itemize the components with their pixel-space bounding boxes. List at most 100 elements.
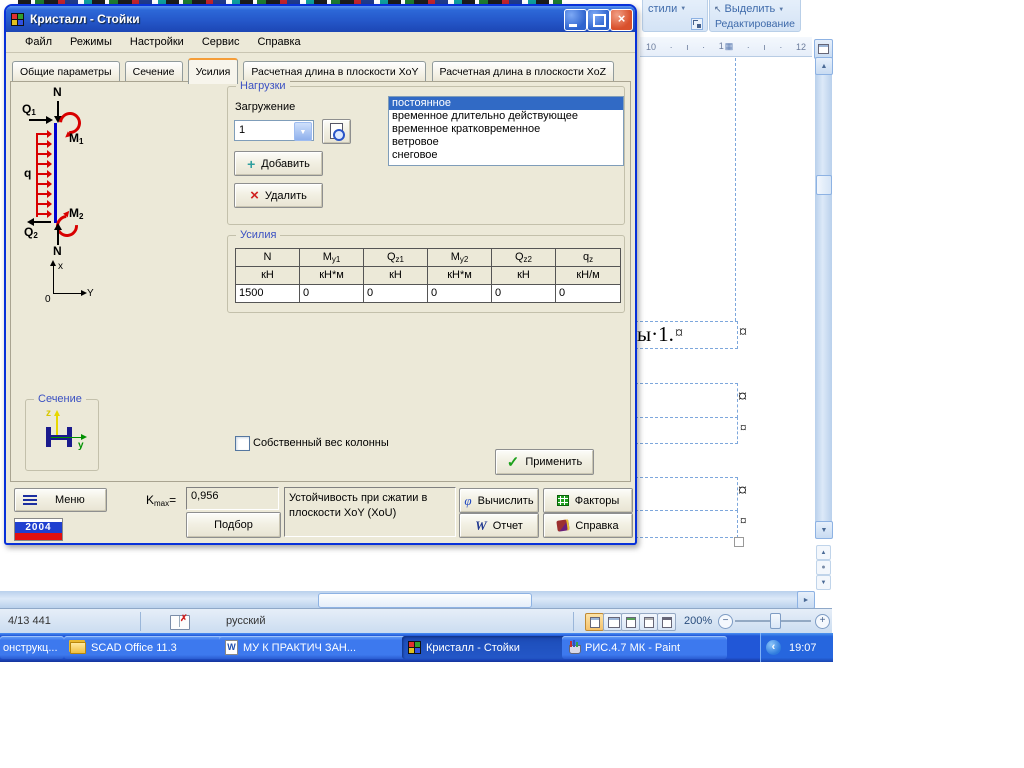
web-layout-view-button[interactable] (621, 613, 640, 631)
ruler-toggle-button[interactable] (814, 39, 833, 59)
print-layout-icon (590, 617, 600, 628)
zoom-in-button[interactable]: + (815, 614, 830, 629)
ball-icon: ● (821, 564, 826, 571)
combobox-dropdown-button[interactable]: ▼ (294, 122, 312, 141)
load-list-item[interactable]: временное длительно действующее (389, 110, 623, 123)
delete-load-button[interactable]: × Удалить (234, 183, 323, 208)
ruler-number: 1 (718, 41, 724, 51)
horizontal-scrollbar[interactable]: ► (0, 591, 815, 609)
tab-section[interactable]: Сечение (124, 61, 183, 82)
menu-item-modes[interactable]: Режимы (61, 36, 121, 48)
previous-object-button[interactable]: ▲ (816, 545, 831, 560)
add-load-label: Добавить (261, 157, 310, 170)
taskbar-button-active[interactable]: Кристалл - Стойки (402, 636, 569, 659)
taskbar-button[interactable]: онструкц... (0, 636, 64, 659)
check-mode-text: Устойчивость при сжатии в плоскости XoY … (289, 492, 428, 519)
scrollbar-thumb[interactable] (318, 593, 532, 608)
page-info[interactable]: 4/13 441 (8, 615, 51, 627)
force-q1-label: Q1 (22, 102, 36, 117)
reading-view-button[interactable] (603, 613, 622, 631)
menu-item-help[interactable]: Справка (248, 36, 309, 48)
year-badge-label: 2004 (15, 522, 62, 533)
tab-length-xoy[interactable]: Расчетная длина в плоскости XoY (243, 61, 427, 82)
loads-group: Нагрузки Загружение 1 ▼ постоянное време… (227, 80, 625, 225)
close-icon: × (617, 11, 626, 26)
self-weight-checkbox[interactable] (235, 436, 250, 451)
select-browse-object-button[interactable]: ● (816, 560, 831, 575)
force-value-input[interactable]: 0 (428, 285, 492, 302)
menu-item-settings[interactable]: Настройки (121, 36, 193, 48)
load-list-item[interactable]: ветровое (389, 136, 623, 149)
menu-item-file[interactable]: Файл (16, 36, 61, 48)
taskbar: онструкц... SCAD Office 11.3 W МУ К ПРАК… (0, 633, 833, 662)
change-styles-button[interactable]: стили ▼ (648, 3, 686, 15)
minimize-icon (569, 24, 577, 27)
force-value-input[interactable]: 0 (364, 285, 428, 302)
select-button[interactable]: ↖ Выделить ▼ (714, 3, 784, 15)
spellcheck-icon[interactable]: ✗ (170, 613, 190, 630)
folder-icon (70, 641, 86, 654)
print-layout-view-button[interactable] (585, 613, 604, 631)
arrow-down-icon: ▼ (820, 526, 828, 534)
compute-button[interactable]: φ Вычислить (459, 488, 539, 513)
scroll-right-button[interactable]: ► (797, 591, 815, 609)
select-label: Выделить (724, 3, 776, 15)
ribbon-group-styles: стили ▼ (642, 0, 708, 32)
load-list-item[interactable]: временное кратковременное (389, 123, 623, 136)
taskbar-button[interactable]: SCAD Office 11.3 (64, 636, 224, 659)
apply-button[interactable]: ✓ Применить (495, 449, 594, 475)
moment-m1-label: M1 (69, 131, 84, 146)
load-list-item[interactable]: постоянное (389, 97, 623, 110)
menu-item-service[interactable]: Сервис (193, 36, 249, 48)
title-bar[interactable]: Кристалл - Стойки × (6, 6, 635, 32)
factors-label: Факторы (574, 494, 620, 507)
podbor-button[interactable]: Подбор (186, 512, 281, 538)
close-button[interactable]: × (610, 9, 633, 31)
tab-general[interactable]: Общие параметры (12, 61, 120, 82)
end-of-cell-marker: ¤ (740, 513, 747, 528)
scrollbar-thumb[interactable] (816, 175, 832, 195)
force-value-input[interactable]: 1500 (236, 285, 300, 302)
help-button[interactable]: Справка (543, 513, 633, 538)
next-object-button[interactable]: ▼ (816, 575, 831, 590)
browse-object-buttons: ▲ ● ▼ (816, 545, 831, 590)
minimize-button[interactable] (564, 9, 587, 31)
zoom-out-button[interactable]: − (718, 614, 733, 629)
axis-x-label: x (58, 261, 63, 272)
menu-button[interactable]: Меню (14, 488, 107, 512)
taskbar-button[interactable]: РИС.4.7 МК - Paint (562, 636, 727, 659)
kmax-value-box: 0,956 (186, 487, 279, 510)
maximize-button[interactable] (587, 9, 610, 31)
menu-grid-icon (23, 495, 37, 505)
outline-view-button[interactable] (639, 613, 658, 631)
ruler[interactable]: 10 · ı · 1 ▦ · ı · 12 (640, 37, 812, 57)
tab-length-xoz[interactable]: Расчетная длина в плоскости XoZ (431, 61, 615, 82)
dialog-launcher-icon[interactable] (691, 18, 703, 30)
hide-icons-chevron[interactable]: ‹ (766, 640, 781, 655)
load-types-listbox[interactable]: постоянное временное длительно действующ… (388, 96, 624, 166)
draft-view-button[interactable] (657, 613, 676, 631)
add-load-button[interactable]: + Добавить (234, 151, 323, 176)
force-value-input[interactable]: 0 (300, 285, 364, 302)
zoom-level[interactable]: 200% (684, 615, 712, 627)
zoom-slider-thumb[interactable] (770, 613, 781, 629)
ruler-number: 12 (795, 41, 806, 52)
load-preview-button[interactable] (322, 119, 351, 144)
force-value-input[interactable]: 0 (492, 285, 556, 302)
arrow-up-icon: ▲ (820, 62, 828, 70)
scroll-up-button[interactable]: ▲ (815, 57, 833, 75)
language-indicator[interactable]: русский (226, 615, 265, 627)
tab-forces[interactable]: Усилия (187, 58, 239, 84)
taskbar-clock[interactable]: 19:07 (789, 642, 817, 654)
loading-label: Загружение (235, 101, 296, 113)
vertical-scrollbar[interactable]: ▲ ▼ (815, 57, 833, 539)
end-of-cell-marker: ¤ (738, 480, 747, 500)
load-list-item[interactable]: снеговое (389, 149, 623, 162)
force-value-input[interactable]: 0 (556, 285, 620, 302)
report-button[interactable]: W Отчет (459, 513, 539, 538)
maximize-icon (593, 14, 606, 27)
taskbar-button[interactable]: W МУ К ПРАКТИЧ ЗАН... (219, 636, 407, 659)
scroll-down-button[interactable]: ▼ (815, 521, 833, 539)
loading-combobox[interactable]: 1 ▼ (234, 120, 314, 141)
factors-button[interactable]: Факторы (543, 488, 633, 513)
